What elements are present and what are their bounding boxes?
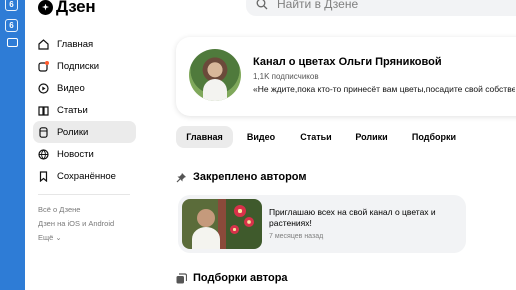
post-time: 7 месяцев назад bbox=[269, 233, 324, 240]
search-placeholder: Найти в Дзене bbox=[277, 0, 359, 11]
sidebar-item-subscriptions[interactable]: Подписки bbox=[33, 55, 136, 77]
channel-card: Канал о цветах Ольги Пряниковой 1,1K под… bbox=[176, 37, 516, 116]
sidebar-item-saved[interactable]: Сохранённое bbox=[33, 165, 136, 187]
channel-title[interactable]: Канал о цветах Ольги Пряниковой bbox=[253, 56, 442, 68]
dzen-logo-icon bbox=[38, 0, 53, 15]
subscriptions-icon bbox=[38, 60, 49, 72]
system-strip: 6 6 bbox=[0, 0, 25, 290]
search-input[interactable]: Найти в Дзене bbox=[246, 0, 516, 16]
video-icon bbox=[38, 82, 49, 94]
strip-app-button[interactable]: 6 bbox=[5, 0, 18, 11]
articles-icon bbox=[38, 105, 49, 116]
collections-section-title: Подборки автора bbox=[193, 272, 288, 284]
channel-description: «Не ждите,пока кто-то принесёт вам цветы… bbox=[253, 84, 515, 94]
sidebar-item-shorts[interactable]: Ролики bbox=[33, 121, 136, 143]
post-thumbnail[interactable] bbox=[182, 199, 262, 249]
post-text[interactable]: Приглашаю всех на свой канал о цветах и … bbox=[269, 207, 459, 229]
collections-section-header: Подборки автора bbox=[176, 272, 288, 284]
tab-articles[interactable]: Статьи bbox=[293, 126, 339, 148]
bookmark-icon bbox=[39, 170, 48, 182]
collections-icon bbox=[176, 272, 187, 283]
more-link[interactable]: Ещё ⌄ bbox=[38, 233, 62, 242]
news-icon bbox=[38, 148, 49, 160]
pinned-post[interactable]: Приглашаю всех на свой канал о цветах и … bbox=[178, 195, 466, 253]
sidebar-item-label: Сохранённое bbox=[57, 170, 116, 182]
sidebar-item-label: Ролики bbox=[57, 126, 89, 138]
sidebar-divider bbox=[38, 194, 130, 195]
sidebar-item-label: Видео bbox=[57, 82, 85, 94]
shorts-icon bbox=[39, 126, 48, 138]
flower-decoration bbox=[230, 225, 239, 234]
sidebar-item-home[interactable]: Главная bbox=[33, 33, 136, 55]
tab-main[interactable]: Главная bbox=[176, 126, 233, 148]
sidebar-item-label: Новости bbox=[57, 148, 94, 160]
tab-video[interactable]: Видео bbox=[240, 126, 282, 148]
dzen-logo[interactable]: Дзен bbox=[38, 0, 96, 17]
pin-icon bbox=[176, 172, 186, 182]
tab-collections[interactable]: Подборки bbox=[405, 126, 463, 148]
search-icon bbox=[256, 0, 268, 10]
strip-app-button[interactable]: 6 bbox=[5, 19, 18, 32]
channel-avatar[interactable] bbox=[189, 49, 241, 101]
sidebar-item-label: Подписки bbox=[57, 60, 100, 72]
apps-link[interactable]: Дзен на iOS и Android bbox=[38, 219, 114, 228]
sidebar-item-news[interactable]: Новости bbox=[33, 143, 136, 165]
sidebar-item-label: Статьи bbox=[57, 104, 88, 116]
sidebar-item-articles[interactable]: Статьи bbox=[33, 99, 136, 121]
pinned-section-header: Закреплено автором bbox=[176, 171, 307, 183]
window-icon[interactable] bbox=[7, 38, 18, 47]
pinned-section-title: Закреплено автором bbox=[193, 171, 307, 183]
tab-shorts[interactable]: Ролики bbox=[349, 126, 394, 148]
about-link[interactable]: Всё о Дзене bbox=[38, 205, 80, 214]
flower-decoration bbox=[234, 205, 246, 217]
channel-subscribers: 1,1K подписчиков bbox=[253, 72, 319, 81]
logo-text: Дзен bbox=[56, 0, 96, 16]
home-icon bbox=[38, 38, 49, 50]
sidebar-item-label: Главная bbox=[57, 38, 94, 50]
flower-decoration bbox=[244, 217, 254, 227]
sidebar-item-video[interactable]: Видео bbox=[33, 77, 136, 99]
